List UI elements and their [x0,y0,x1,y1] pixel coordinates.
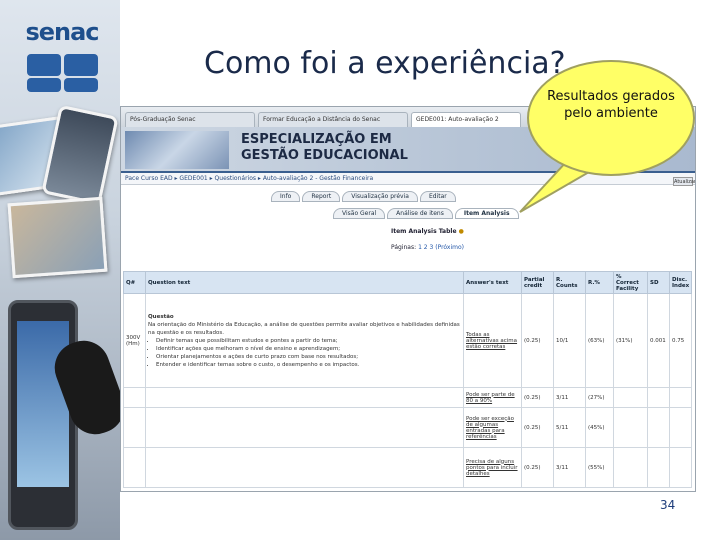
response-counts: 5/11 [553,407,586,448]
question-text: Questão Na orientação do Ministério da E… [145,293,464,388]
quiz-tabs-row-1: Info Report Visualização prévia Editar [271,191,456,202]
left-decorative-strip: senac [0,0,120,540]
banner-line-2: GESTÃO EDUCACIONAL [241,148,408,163]
response-percent: (27%) [585,387,614,408]
partial-credit: (0.25) [521,293,554,388]
pager-label: Páginas: [391,244,417,251]
column-header[interactable]: Answer's text [463,271,522,294]
partial-credit: (0.25) [521,407,554,448]
update-button[interactable]: Atualizar [673,177,695,186]
decorative-photo [7,196,108,279]
question-number[interactable]: 300V (Hm) [123,293,146,388]
tab-overview[interactable]: Visão Geral [333,208,386,219]
question-bullet: Identificar ações que melhoram o nível d… [156,345,461,353]
senac-logo: senac [22,18,102,92]
pager-links[interactable]: 1 2 3 (Próximo) [418,244,464,251]
browser-tab[interactable]: Formar Educação a Distância do Senac [258,112,408,127]
tab-info[interactable]: Info [271,191,301,202]
tab-item-analysis[interactable]: Item Analysis [454,208,519,219]
tab-report[interactable]: Report [302,191,341,202]
logo-square [27,78,61,92]
browser-tab[interactable]: Pós-Graduação Senac [125,112,255,127]
column-header[interactable]: Disc. Index [669,271,692,294]
standard-deviation: 0.001 [647,293,670,388]
answer-text[interactable]: Pode ser parte de 80 a 90% [463,387,522,408]
column-header[interactable]: SD [647,271,670,294]
question-title: Questão [148,313,174,320]
logo-square [64,78,98,92]
discrimination-index: 0.75 [669,293,692,388]
table-header-row: Q# Question text Answer's text Partial c… [123,271,692,294]
column-header[interactable]: % Correct Facility [613,271,648,294]
tab-edit[interactable]: Editar [419,191,456,202]
question-bullet: Entender e identificar temas sobre o cus… [156,361,461,369]
partial-credit: (0.25) [521,387,554,408]
column-header[interactable]: R. Counts [553,271,586,294]
logo-text: senac [25,18,99,46]
response-percent: (45%) [585,407,614,448]
logo-square [27,54,61,76]
facility: (31%) [613,293,648,388]
answer-text[interactable]: Precisa de alguns pontos para incluir de… [463,447,522,488]
banner-title: ESPECIALIZAÇÃO EM GESTÃO EDUCACIONAL [241,132,408,164]
table-row: Pode ser exceção de algumas entradas par… [123,407,692,448]
question-bullet: Orientar planejamentos e ações de curto … [156,353,461,361]
slide-title: Como foi a experiência? [204,46,566,81]
column-header[interactable]: Partial credit [521,271,554,294]
table-row: Precisa de alguns pontos para incluir de… [123,447,692,488]
response-percent: (55%) [585,447,614,488]
decorative-smartphone [8,300,78,530]
item-analysis-title-text: Item Analysis Table [391,228,457,235]
partial-credit: (0.25) [521,447,554,488]
banner-image [125,131,229,169]
response-counts: 3/11 [553,447,586,488]
banner-line-1: ESPECIALIZAÇÃO EM [241,132,392,147]
question-bullet: Definir temas que possibilitam estudos e… [156,337,461,345]
question-intro: Na orientação do Ministério da Educação,… [148,321,460,336]
quiz-tabs-row-2: Visão Geral Análise de itens Item Analys… [333,208,519,219]
column-header[interactable]: Q# [123,271,146,294]
browser-tab-active[interactable]: GEDE001: Auto-avaliação 2 [411,112,521,127]
table-row: 300V (Hm) Questão Na orientação do Minis… [123,293,692,388]
logo-square [64,54,98,76]
tab-item-analysis-pt[interactable]: Análise de itens [387,208,453,219]
callout-text: Resultados gerados pelo ambiente [547,89,675,121]
item-analysis-title: Item Analysis Table ● [391,228,464,235]
answer-text[interactable]: Pode ser exceção de algumas entradas par… [463,407,522,448]
response-counts: 10/1 [553,293,586,388]
response-percent: (63%) [585,293,614,388]
table-row: Pode ser parte de 80 a 90% (0.25) 3/11 (… [123,387,692,408]
answer-text[interactable]: Todas as alternativas acima estão corret… [463,293,522,388]
column-header[interactable]: Question text [145,271,464,294]
page-number: 34 [660,498,676,512]
help-icon[interactable]: ● [459,228,464,235]
tab-preview[interactable]: Visualização prévia [342,191,418,202]
pagination: Páginas: 1 2 3 (Próximo) [391,244,464,251]
item-analysis-table: Q# Question text Answer's text Partial c… [123,271,692,488]
response-counts: 3/11 [553,387,586,408]
column-header[interactable]: R.% [585,271,614,294]
